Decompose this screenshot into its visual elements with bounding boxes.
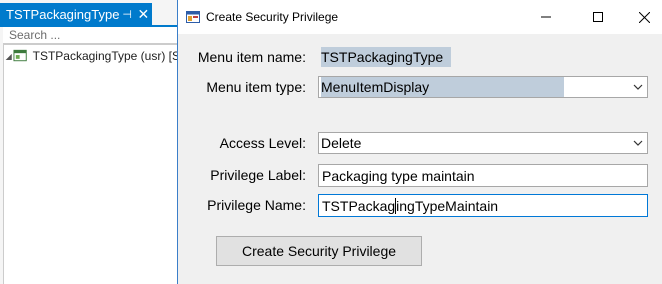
close-icon[interactable]: ✕ xyxy=(135,6,152,23)
pin-icon[interactable]: ⊣ xyxy=(119,8,134,21)
tree-item[interactable]: ◢ TSTPackagingType (usr) [S xyxy=(4,47,179,65)
menu-item-name-value: TSTPackagingType xyxy=(321,47,452,67)
chevron-down-icon[interactable] xyxy=(629,133,647,153)
app-window-icon xyxy=(186,11,200,23)
menu-item-icon xyxy=(13,49,28,62)
menu-item-type-value: MenuItemDisplay xyxy=(321,77,565,97)
privilege-label-label: Privilege Label: xyxy=(210,167,306,183)
menu-item-name-label: Menu item name: xyxy=(197,49,306,65)
privilege-name-label: Privilege Name: xyxy=(207,197,306,213)
search-input[interactable]: Search ... xyxy=(3,27,178,44)
access-level-dropdown[interactable]: Delete xyxy=(318,132,648,154)
create-security-privilege-dialog: Create Security Privilege Menu item name… xyxy=(177,0,662,284)
tab-title: TSTPackagingType xyxy=(6,6,120,22)
maximize-button[interactable] xyxy=(575,0,621,34)
close-button[interactable] xyxy=(621,0,662,34)
solution-panel: TSTPackagingType ⊣ ✕ Search ... ◢ TSTPac… xyxy=(0,0,179,284)
title-bar[interactable]: Create Security Privilege xyxy=(178,0,662,34)
menu-item-name-field[interactable]: TSTPackagingType xyxy=(318,46,648,68)
minimize-icon xyxy=(541,16,551,18)
privilege-label-input[interactable]: Packaging type maintain xyxy=(318,164,648,187)
menu-item-type-dropdown[interactable]: MenuItemDisplay xyxy=(318,76,648,98)
minimize-button[interactable] xyxy=(523,0,569,34)
access-level-value: Delete xyxy=(321,135,362,151)
privilege-name-input[interactable]: TSTPackag ingTypeMaintain xyxy=(318,194,648,217)
tree-item-label: TSTPackagingType (usr) [S xyxy=(32,49,179,63)
create-security-privilege-button[interactable]: Create Security Privilege xyxy=(216,236,422,266)
menu-item-type-label: Menu item type: xyxy=(206,79,306,95)
privilege-name-value-start: TSTPackag xyxy=(322,197,396,214)
element-tree: ◢ TSTPackagingType (usr) [S xyxy=(3,44,179,284)
maximize-icon xyxy=(593,12,603,22)
privilege-name-value-end: ingTypeMaintain xyxy=(396,197,499,214)
chevron-down-icon[interactable] xyxy=(629,77,647,97)
expand-icon[interactable]: ◢ xyxy=(4,52,13,61)
privilege-label-value: Packaging type maintain xyxy=(322,167,475,184)
dialog-title: Create Security Privilege xyxy=(206,10,339,24)
access-level-label: Access Level: xyxy=(219,135,306,151)
document-tab[interactable]: TSTPackagingType ⊣ ✕ xyxy=(0,3,152,25)
close-icon xyxy=(638,11,650,23)
